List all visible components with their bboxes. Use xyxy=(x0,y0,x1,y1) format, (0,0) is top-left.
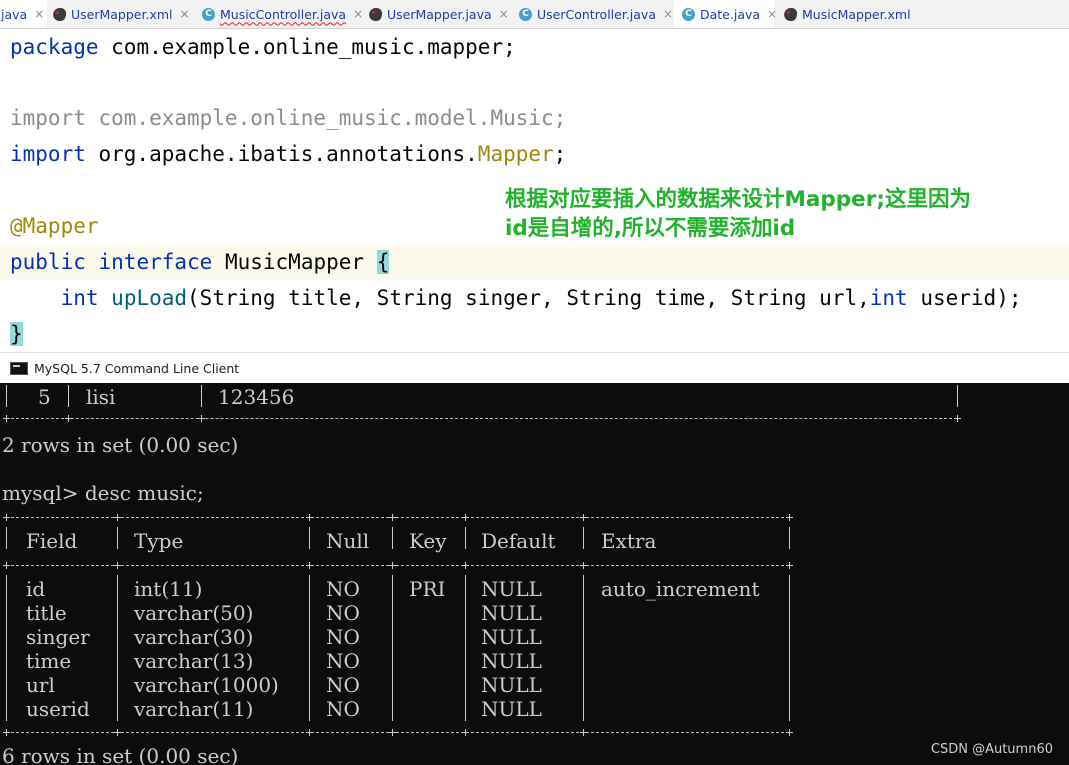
close-icon[interactable]: × xyxy=(353,7,363,21)
table-row-type: varchar(50) xyxy=(134,601,254,625)
mybatis-icon xyxy=(51,7,68,21)
close-icon[interactable]: × xyxy=(663,7,673,21)
table-row-null: NO xyxy=(326,625,360,649)
tab-date-java[interactable]: C Date.java × xyxy=(674,0,777,28)
table-row-field: time xyxy=(26,649,72,673)
table-row-default: NULL xyxy=(481,625,542,649)
col-header-field: Field xyxy=(26,529,78,553)
tab-user-mapper-xml[interactable]: UserMapper.xml × xyxy=(51,0,190,28)
table-row-field: singer xyxy=(26,625,90,649)
tab-label: UserController.java xyxy=(537,6,656,22)
mybatis-icon xyxy=(367,7,384,21)
mysql-window-titlebar[interactable]: MySQL 5.7 Command Line Client xyxy=(0,352,1069,384)
tab-music-mapper-xml[interactable]: MusicMapper.xml xyxy=(782,0,911,28)
table-row-field: userid xyxy=(26,697,90,721)
mybatis-icon xyxy=(782,7,799,21)
code-line-import-mapper: import org.apache.ibatis.annotations.Map… xyxy=(10,142,567,166)
code-line-method: int upLoad(String title, String singer, … xyxy=(60,286,1022,310)
table-row-type: varchar(11) xyxy=(134,697,254,721)
table-row-type: varchar(1000) xyxy=(134,673,279,697)
table-row-type: int(11) xyxy=(134,577,203,601)
console-icon xyxy=(10,362,28,375)
col-header-key: Key xyxy=(409,529,447,553)
table-row-default: NULL xyxy=(481,601,542,625)
class-icon: C xyxy=(519,7,532,21)
table-row-extra: auto_increment xyxy=(601,577,760,601)
tab-label: Date.java xyxy=(700,6,761,22)
col-header-null: Null xyxy=(326,529,370,553)
class-icon: C xyxy=(682,7,695,21)
matched-brace: } xyxy=(10,322,23,346)
mysql-window-title: MySQL 5.7 Command Line Client xyxy=(34,361,240,376)
code-line-package: package com.example.online_music.mapper; xyxy=(10,35,516,59)
tab-music-controller[interactable]: C MusicController.java × xyxy=(202,0,363,28)
callout-line: 根据对应要插入的数据来设计Mapper;这里因为 xyxy=(505,187,971,212)
tab-label: MusicMapper.xml xyxy=(802,6,911,22)
table-row-null: NO xyxy=(326,697,360,721)
code-line-import-music: import com.example.online_music.model.Mu… xyxy=(10,106,567,130)
table-row-field: title xyxy=(26,601,67,625)
code-line-annotation: @Mapper xyxy=(10,214,99,238)
mysql-prompt[interactable]: mysql> desc music; xyxy=(2,481,204,505)
table-row-default: NULL xyxy=(481,649,542,673)
table-row-null: NO xyxy=(326,673,360,697)
tab-user-mapper-java[interactable]: UserMapper.java × xyxy=(367,0,509,28)
editor-tab-bar: java × UserMapper.xml × C MusicControlle… xyxy=(0,0,1069,29)
close-icon[interactable]: × xyxy=(767,7,777,21)
tab-java[interactable]: java × xyxy=(0,0,47,28)
tab-label: UserMapper.xml xyxy=(71,6,173,22)
code-editor[interactable]: package com.example.online_music.mapper;… xyxy=(0,29,1069,352)
table-row-type: varchar(13) xyxy=(134,649,254,673)
matched-brace: { xyxy=(376,250,390,274)
rows-in-set-message: 6 rows in set (0.00 sec) xyxy=(2,744,239,765)
prev-row-name: lisi xyxy=(86,385,116,409)
mysql-console[interactable]: 5 lisi 123456 2 rows in set (0.00 sec) m… xyxy=(0,383,1069,765)
col-header-default: Default xyxy=(481,529,556,553)
tab-label: MusicController.java xyxy=(220,6,347,22)
close-icon[interactable]: × xyxy=(180,7,190,21)
close-icon[interactable]: × xyxy=(499,7,509,21)
col-header-type: Type xyxy=(134,529,184,553)
table-row-field: url xyxy=(26,673,55,697)
table-row-default: NULL xyxy=(481,673,542,697)
table-row-null: NO xyxy=(326,577,360,601)
table-row-default: NULL xyxy=(481,577,542,601)
code-line-close-brace: } xyxy=(10,316,23,352)
col-header-extra: Extra xyxy=(601,529,657,553)
prev-row-password: 123456 xyxy=(218,385,295,409)
table-row-field: id xyxy=(26,577,46,601)
tab-user-controller[interactable]: C UserController.java × xyxy=(519,0,673,28)
rows-in-set-message: 2 rows in set (0.00 sec) xyxy=(2,433,239,457)
class-icon: C xyxy=(202,7,215,21)
table-row-null: NO xyxy=(326,649,360,673)
table-row-default: NULL xyxy=(481,697,542,721)
prev-row-id: 5 xyxy=(38,385,51,409)
watermark: CSDN @Autumn60 xyxy=(930,742,1053,757)
code-line-interface: public interface MusicMapper { xyxy=(10,250,390,274)
table-row-type: varchar(30) xyxy=(134,625,254,649)
tab-label: java xyxy=(1,6,28,22)
callout-line: id是自增的,所以不需要添加id xyxy=(505,216,796,241)
tab-label: UserMapper.java xyxy=(387,6,492,22)
annotation-callout: 根据对应要插入的数据来设计Mapper;这里因为 id是自增的,所以不需要添加i… xyxy=(505,185,971,243)
table-row-null: NO xyxy=(326,601,360,625)
table-row-key: PRI xyxy=(409,577,446,601)
close-icon[interactable]: × xyxy=(34,7,44,21)
